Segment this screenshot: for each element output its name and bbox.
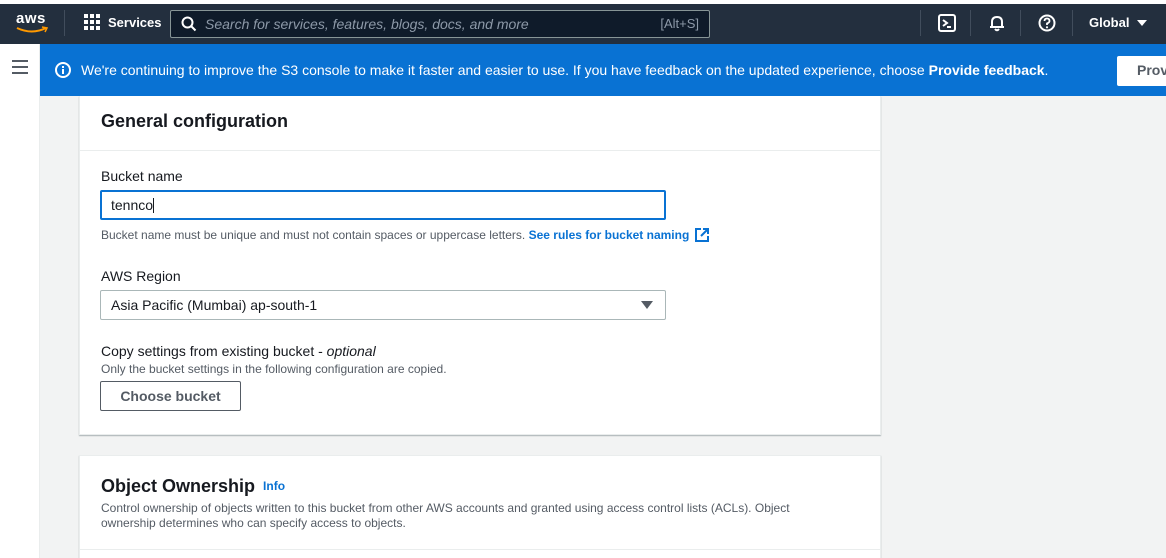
bucket-naming-rules-link[interactable]: See rules for bucket naming bbox=[529, 228, 710, 242]
search-placeholder: Search for services, features, blogs, do… bbox=[205, 16, 529, 32]
optional-text: optional bbox=[326, 343, 376, 359]
aws-region-value: Asia Pacific (Mumbai) ap-south-1 bbox=[111, 297, 318, 313]
region-selector[interactable]: Global bbox=[1089, 15, 1148, 30]
bucket-naming-rules-label: See rules for bucket naming bbox=[528, 228, 690, 242]
external-link-icon bbox=[695, 228, 710, 242]
nav-separator bbox=[920, 10, 921, 36]
nav-separator bbox=[970, 10, 971, 36]
flash-message-end: . bbox=[1044, 62, 1049, 78]
bucket-name-label: Bucket name bbox=[101, 168, 183, 184]
left-navigation-rail bbox=[0, 44, 40, 558]
provide-feedback-label: Provide feedback bbox=[1137, 62, 1166, 78]
info-circle-icon bbox=[55, 62, 71, 78]
copy-settings-label: Copy settings from existing bucket - opt… bbox=[101, 343, 376, 359]
services-menu-button[interactable]: Services bbox=[84, 14, 162, 30]
help-icon[interactable] bbox=[1038, 14, 1056, 32]
flash-message: We're continuing to improve the S3 conso… bbox=[81, 62, 1048, 78]
caret-down-icon bbox=[1137, 20, 1148, 26]
choose-bucket-button[interactable]: Choose bucket bbox=[100, 381, 241, 411]
nav-separator bbox=[1072, 10, 1073, 36]
caret-down-icon bbox=[641, 301, 653, 309]
aws-smile-icon bbox=[16, 26, 48, 33]
services-label: Services bbox=[108, 14, 162, 30]
text-cursor bbox=[153, 198, 155, 213]
search-input[interactable]: Search for services, features, blogs, do… bbox=[170, 10, 710, 38]
aws-logo-text: aws bbox=[16, 10, 46, 27]
bucket-name-hint-text: Bucket name must be unique and must not … bbox=[101, 228, 526, 242]
nav-separator bbox=[64, 10, 65, 36]
top-navigation: aws Services Search for services, featur… bbox=[0, 0, 1166, 44]
search-icon bbox=[181, 16, 197, 32]
aws-logo[interactable]: aws bbox=[16, 10, 50, 36]
general-configuration-panel: General configuration Bucket name tennco… bbox=[79, 96, 881, 435]
services-grid-icon bbox=[84, 14, 100, 30]
info-link[interactable]: Info bbox=[263, 479, 285, 493]
flash-message-text: We're continuing to improve the S3 conso… bbox=[81, 62, 929, 78]
object-ownership-description: Control ownership of objects written to … bbox=[101, 501, 790, 530]
search-shortcut: [Alt+S] bbox=[660, 16, 699, 31]
nav-separator bbox=[1020, 10, 1021, 36]
bell-icon[interactable] bbox=[988, 14, 1006, 32]
bucket-name-value: tennco bbox=[111, 197, 154, 213]
object-ownership-title: Object Ownership Info bbox=[101, 476, 285, 497]
aws-region-select[interactable]: Asia Pacific (Mumbai) ap-south-1 bbox=[100, 290, 666, 320]
region-label: Global bbox=[1089, 15, 1130, 30]
hamburger-menu-icon[interactable] bbox=[12, 60, 28, 74]
object-ownership-panel: Object Ownership Info Control ownership o… bbox=[79, 455, 881, 558]
aws-region-label: AWS Region bbox=[101, 268, 181, 284]
object-ownership-title-text: Object Ownership bbox=[101, 476, 256, 496]
copy-settings-text: Copy settings from existing bucket - bbox=[101, 343, 327, 359]
cloudshell-icon[interactable] bbox=[938, 14, 956, 32]
bucket-name-input[interactable]: tennco bbox=[100, 190, 666, 220]
flash-message-emphasis: Provide feedback bbox=[928, 62, 1045, 78]
general-configuration-title: General configuration bbox=[101, 111, 289, 131]
provide-feedback-button[interactable]: Provide feedback bbox=[1117, 56, 1166, 86]
bucket-name-hint: Bucket name must be unique and must not … bbox=[101, 228, 710, 242]
copy-settings-hint: Only the bucket settings in the followin… bbox=[101, 362, 447, 376]
feedback-flashbar: We're continuing to improve the S3 conso… bbox=[40, 44, 1166, 96]
top-border bbox=[0, 0, 1166, 4]
panel-divider bbox=[80, 549, 880, 550]
